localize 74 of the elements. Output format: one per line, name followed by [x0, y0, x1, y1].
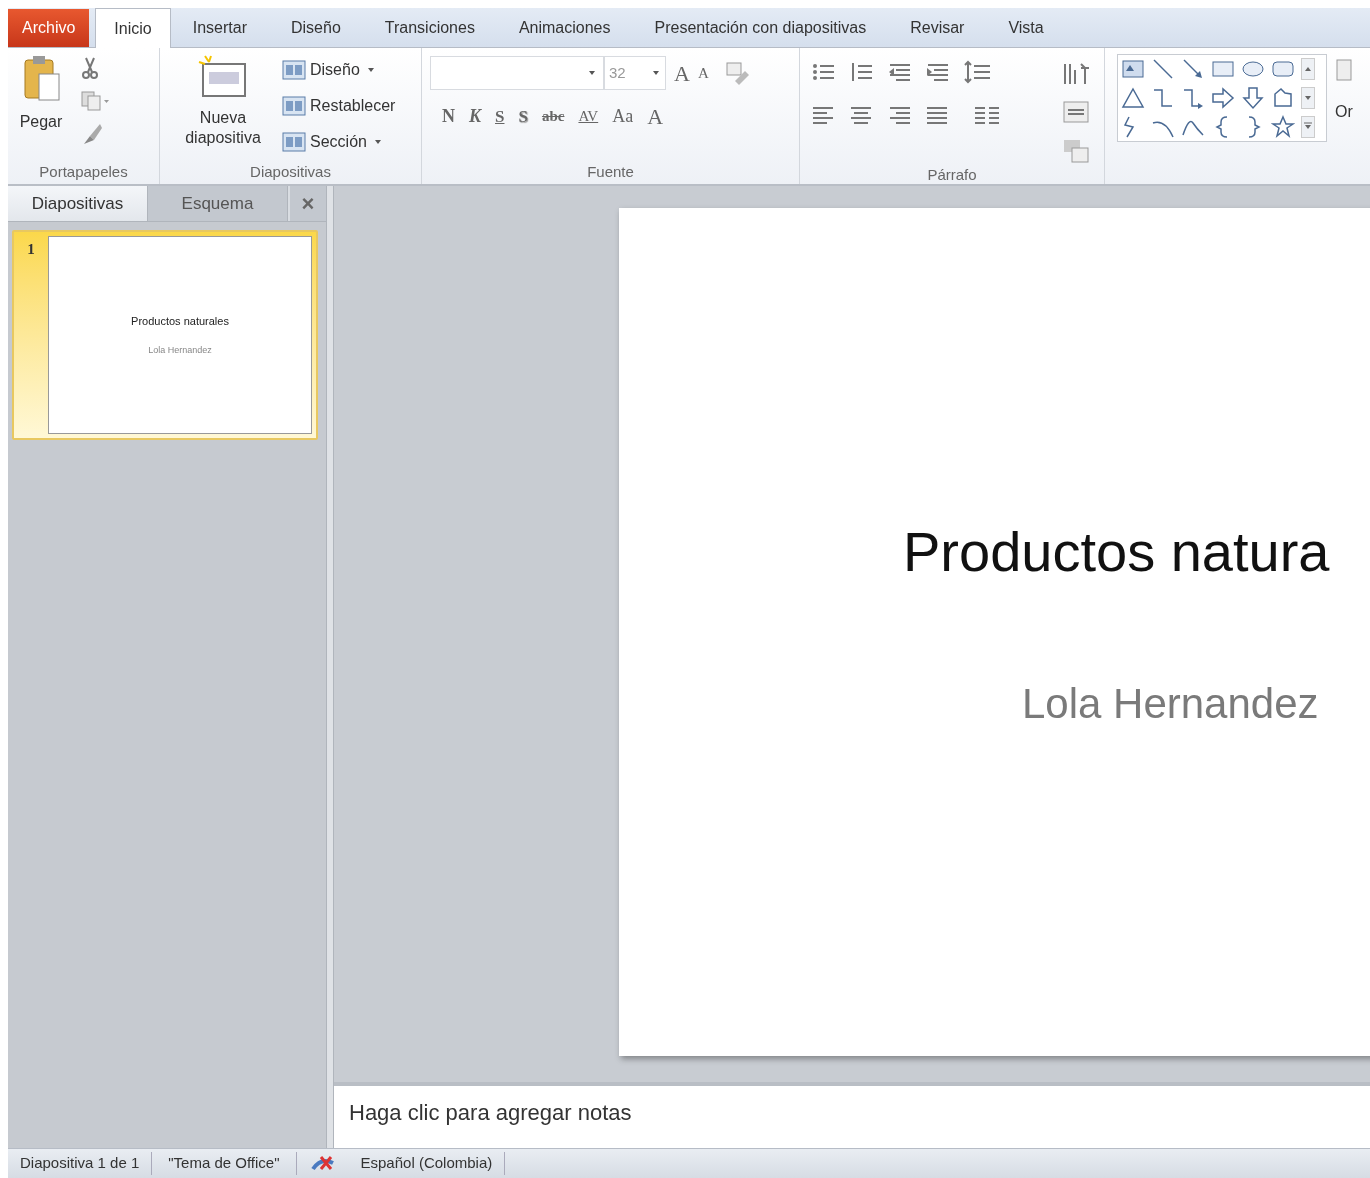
shrink-font-button[interactable]: A: [697, 61, 709, 85]
layout-icon[interactable]: [282, 95, 306, 117]
ribbon-tab[interactable]: Inicio: [95, 8, 171, 48]
caret-icon[interactable]: [589, 70, 597, 76]
group-label: Fuente: [587, 161, 634, 182]
font-name-field[interactable]: [430, 56, 604, 90]
group-label: Portapapeles: [39, 161, 128, 182]
ribbon-tab[interactable]: Animaciones: [496, 9, 633, 47]
ribbon-tab[interactable]: Diseño: [268, 9, 363, 47]
group-label: Diapositivas: [250, 161, 331, 182]
align-center-icon[interactable]: [850, 104, 874, 126]
clipboard-icon[interactable]: [21, 54, 61, 104]
notes-field[interactable]: Haga clic para agregar notas: [334, 1086, 1370, 1148]
group-label: Párrafo: [927, 165, 977, 185]
elbow-connector-icon[interactable]: [1151, 86, 1175, 110]
down-arrow-icon[interactable]: [1241, 86, 1265, 110]
change-case-button[interactable]: Aa: [612, 103, 634, 130]
justify-icon[interactable]: [926, 104, 950, 126]
panel-tab[interactable]: Diapositivas: [8, 186, 148, 221]
underline-button[interactable]: S: [495, 103, 505, 130]
file-tab[interactable]: Archivo: [8, 9, 90, 47]
columns-icon[interactable]: [974, 104, 1002, 126]
align-text-icon[interactable]: [1062, 98, 1092, 126]
reset-button[interactable]: Restablecer: [282, 92, 396, 120]
theme-name[interactable]: "Tema de Office": [152, 1152, 297, 1175]
layout-icon[interactable]: [282, 59, 306, 81]
thumbnail-title: Productos naturales: [131, 314, 229, 329]
elbow-arrow-icon[interactable]: [1181, 86, 1205, 110]
panel-tab[interactable]: Esquema: [148, 186, 288, 221]
italic-button[interactable]: K: [469, 103, 481, 130]
section-icon[interactable]: [282, 131, 306, 153]
numbered-list-icon[interactable]: [850, 61, 874, 83]
slide-subtitle: Lola Hernandez: [1022, 680, 1319, 727]
scroll-down-icon[interactable]: [1301, 87, 1315, 109]
font-color-button[interactable]: A: [647, 100, 664, 133]
spacing-button[interactable]: AV: [578, 105, 599, 128]
align-right-icon[interactable]: [888, 104, 912, 126]
scroll-up-icon[interactable]: [1301, 58, 1315, 81]
slide-count: Diapositiva 1 de 1: [8, 1152, 153, 1175]
section-button[interactable]: Sección: [282, 128, 396, 156]
decrease-indent-icon[interactable]: [888, 61, 912, 83]
bullet-list-icon[interactable]: [812, 61, 836, 83]
right-arrow-icon[interactable]: [1211, 86, 1235, 110]
star-icon[interactable]: [1271, 114, 1295, 139]
increase-indent-icon[interactable]: [926, 61, 950, 83]
language[interactable]: Español (Colombia): [348, 1152, 506, 1175]
ribbon-tab[interactable]: Transiciones: [362, 9, 497, 47]
shapes-gallery[interactable]: [1117, 54, 1327, 142]
thumbnail-subtitle: Lola Hernandez: [148, 343, 212, 357]
ribbon-tab[interactable]: Insertar: [170, 9, 269, 47]
line-spacing-icon[interactable]: [964, 60, 992, 84]
pentagon-icon[interactable]: [1271, 86, 1295, 110]
caret-icon[interactable]: [374, 139, 383, 145]
more-shapes-icon[interactable]: [1301, 115, 1315, 138]
new-slide-icon[interactable]: [197, 54, 249, 100]
shadow-button[interactable]: S: [518, 103, 528, 130]
bold-button[interactable]: N: [442, 103, 455, 130]
scissors-icon[interactable]: [80, 56, 100, 80]
layout-button[interactable]: Diseño: [282, 56, 396, 84]
new-slide-button[interactable]: Nueva diapositiva: [164, 54, 282, 160]
triangle-icon[interactable]: [1121, 86, 1145, 110]
ribbon-tab[interactable]: Revisar: [888, 9, 987, 47]
caret-icon[interactable]: [367, 67, 376, 73]
ribbon-tab[interactable]: Vista: [986, 9, 1066, 47]
grow-font-button[interactable]: A: [674, 56, 690, 90]
align-left-icon[interactable]: [812, 104, 836, 126]
slide-thumbnail[interactable]: 1 Productos naturales Lola Hernandez: [12, 230, 318, 440]
strikethrough-button[interactable]: abc: [541, 105, 565, 128]
ribbon-tab[interactable]: Presentación con diapositivas: [632, 9, 889, 47]
slide-title: Productos natura: [902, 520, 1331, 584]
slide-number: 1: [27, 241, 35, 257]
paste-button[interactable]: Pegar: [12, 54, 70, 160]
caret-icon[interactable]: [653, 70, 661, 76]
arrange-button[interactable]: Or: [1335, 100, 1353, 124]
